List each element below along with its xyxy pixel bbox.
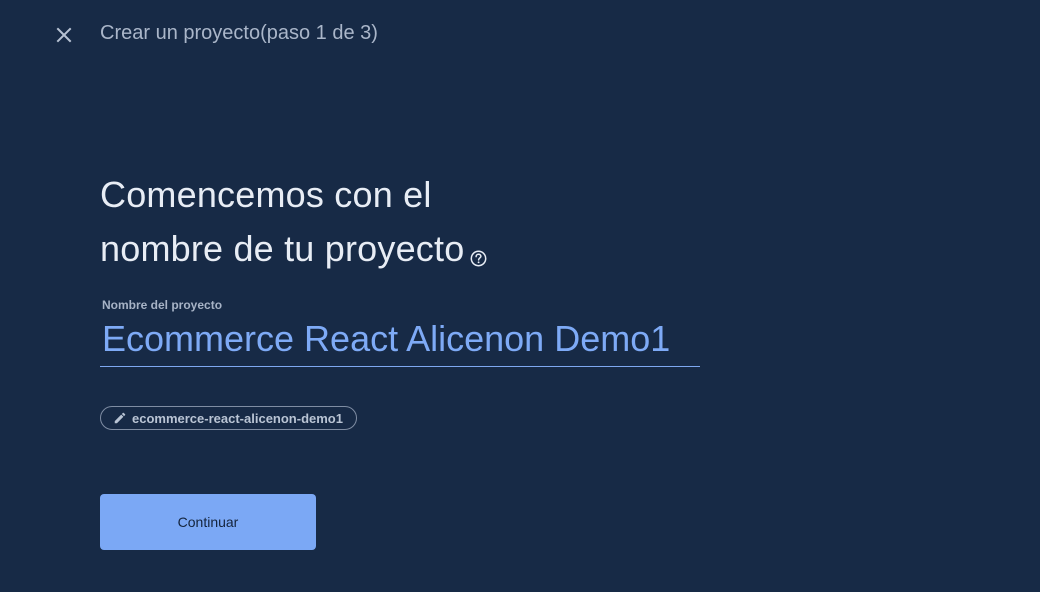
top-bar: Crear un proyecto(paso 1 de 3) xyxy=(0,0,1040,70)
pencil-icon xyxy=(114,412,126,424)
project-id-chip[interactable]: ecommerce-react-alicenon-demo1 xyxy=(100,406,357,430)
close-icon xyxy=(56,27,72,43)
continue-button[interactable]: Continuar xyxy=(100,494,316,550)
project-name-input[interactable] xyxy=(100,318,700,367)
project-name-field: Nombre del proyecto xyxy=(100,298,700,367)
help-circle-icon[interactable] xyxy=(470,228,487,282)
heading-line-2-text: nombre de tu proyecto xyxy=(100,228,465,269)
heading-line-2: nombre de tu proyecto xyxy=(100,222,487,282)
close-button[interactable] xyxy=(50,21,78,49)
step-title: Crear un proyecto(paso 1 de 3) xyxy=(100,22,378,44)
page-heading: Comencemos con el nombre de tu proyecto xyxy=(100,168,487,282)
project-id-label: ecommerce-react-alicenon-demo1 xyxy=(132,410,343,426)
heading-line-1: Comencemos con el xyxy=(100,174,432,215)
project-name-label: Nombre del proyecto xyxy=(102,298,223,312)
